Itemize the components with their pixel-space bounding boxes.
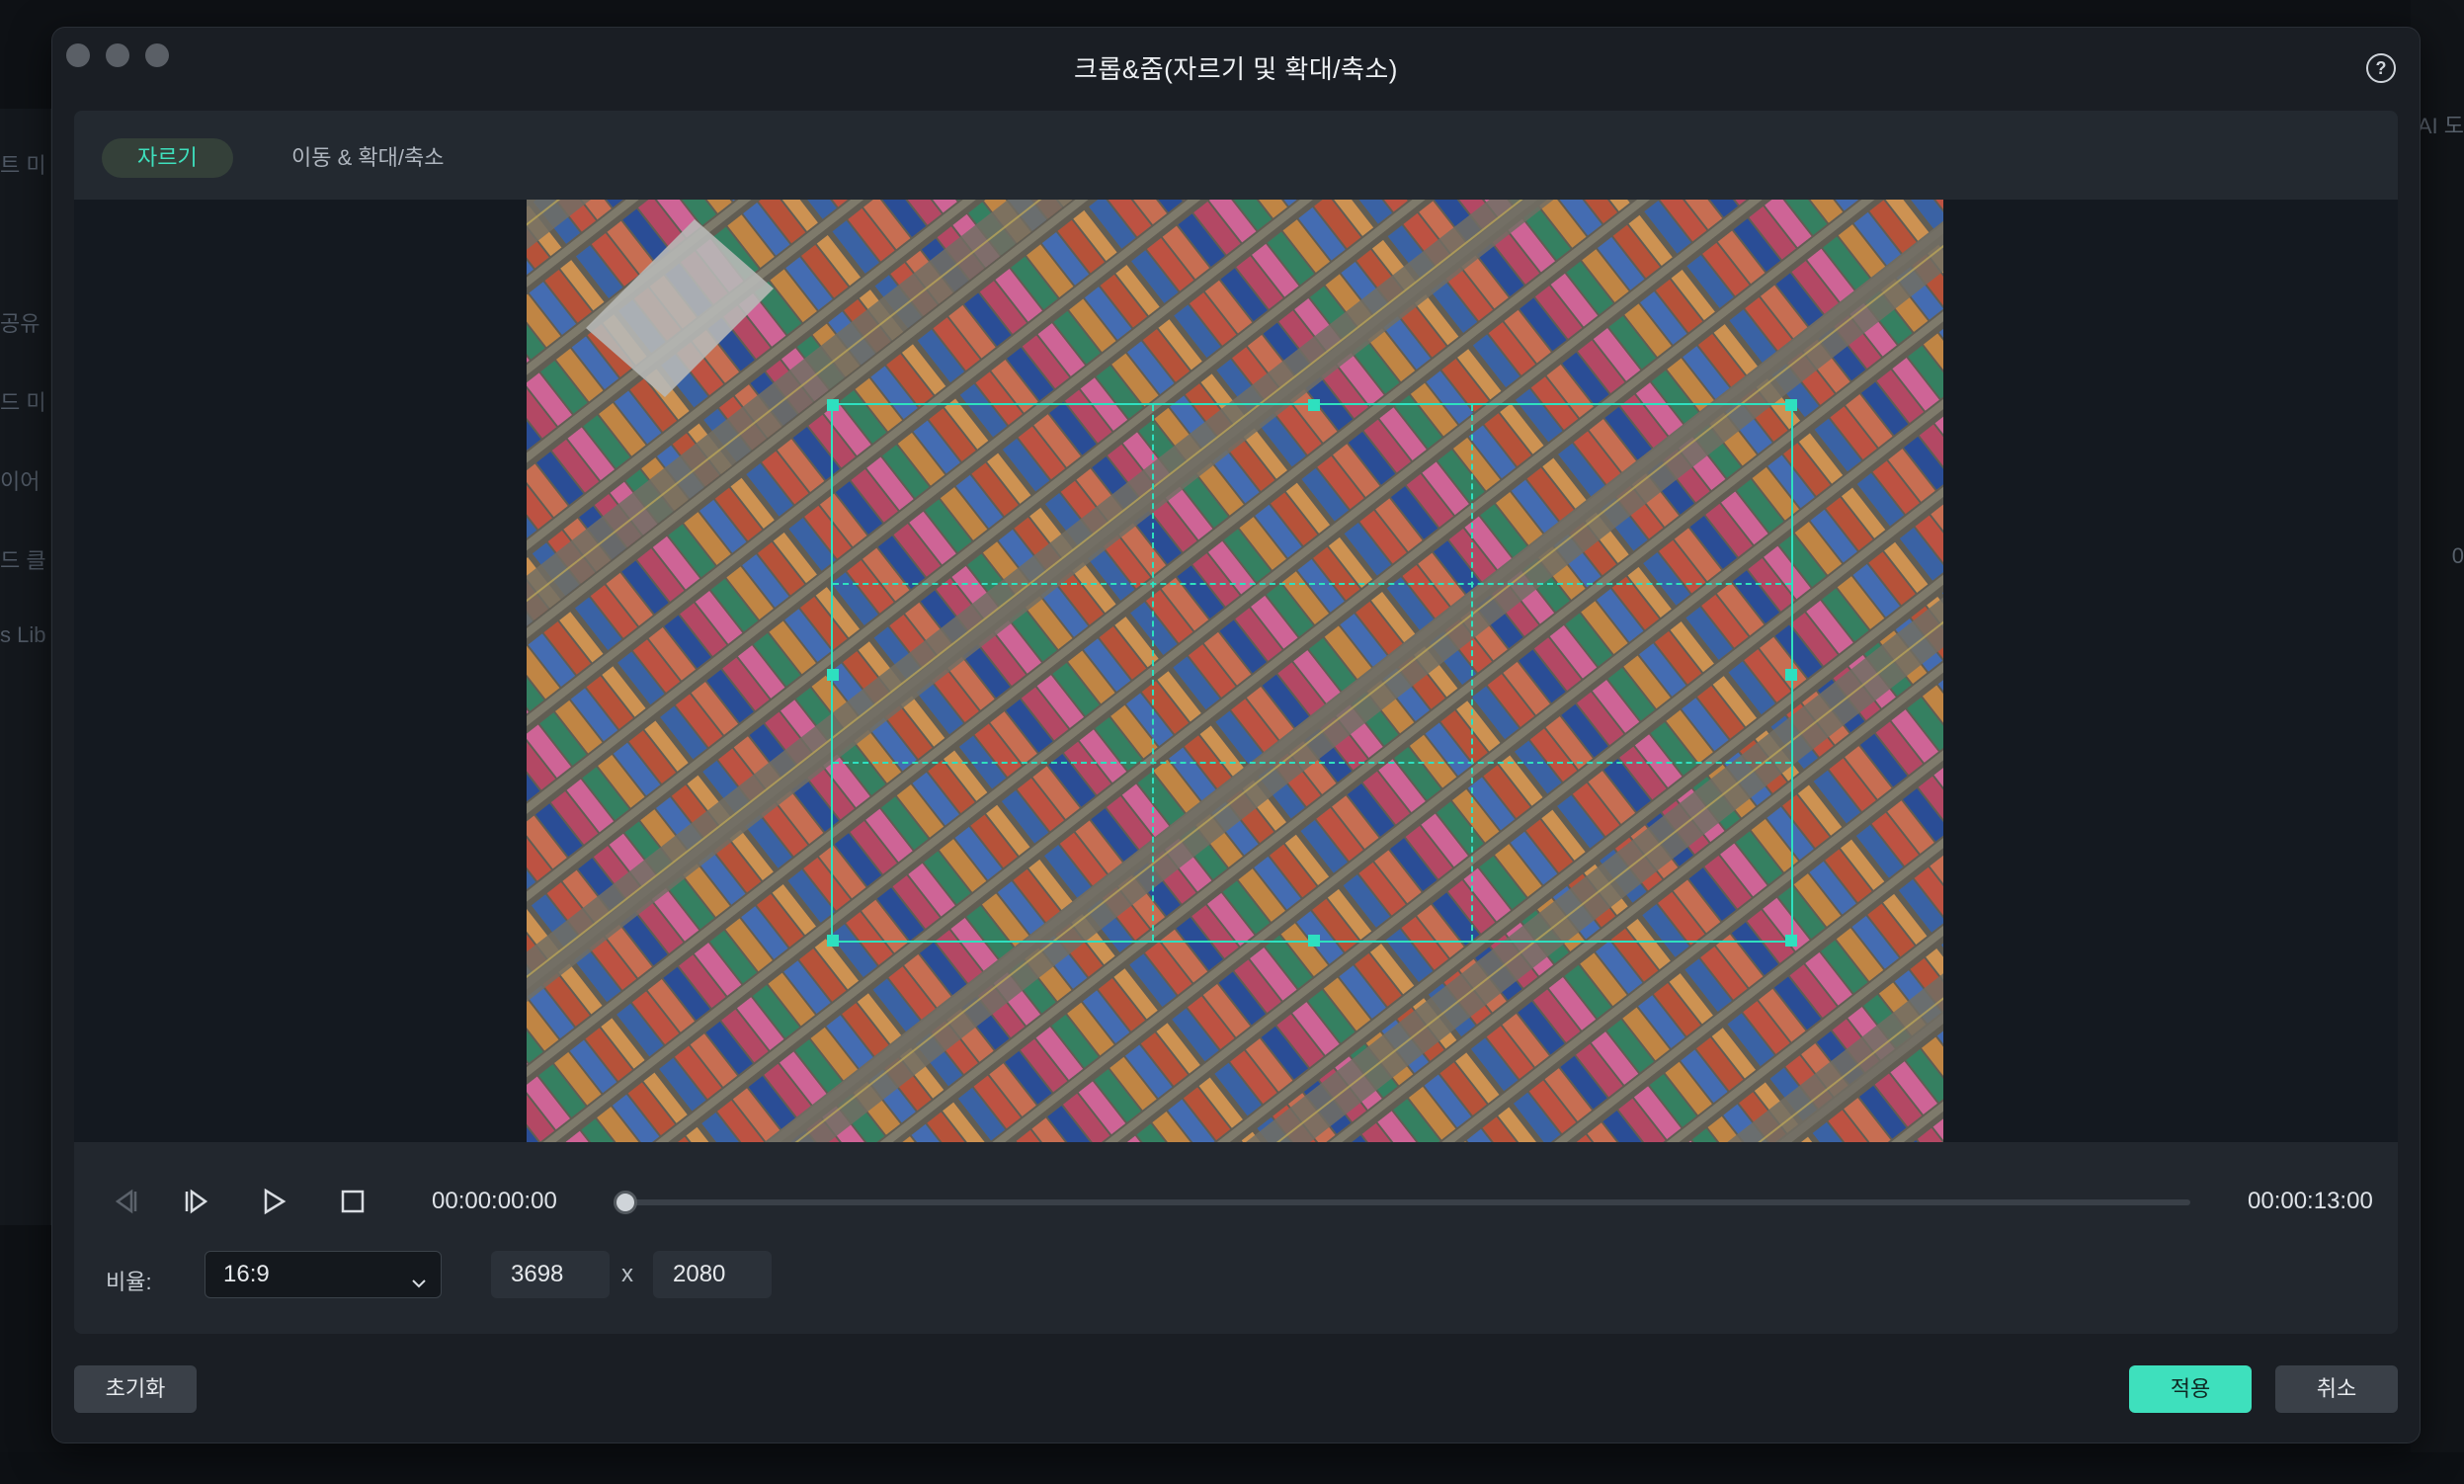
- background-sidebar-item: 이어: [0, 469, 41, 494]
- next-frame-icon[interactable]: [177, 1182, 216, 1221]
- background-sidebar-item: 공유: [0, 311, 41, 336]
- crop-width-input[interactable]: 3698: [491, 1251, 610, 1298]
- previous-frame-icon[interactable]: [106, 1182, 145, 1221]
- stop-icon[interactable]: [333, 1182, 372, 1221]
- background-sidebar: 트 미 공유 드 미 이어 드 클 s Lib: [0, 109, 51, 1225]
- reset-button[interactable]: 초기화: [74, 1365, 197, 1413]
- crop-handle-right[interactable]: [1785, 669, 1797, 681]
- crop-panel: 자르기 이동 & 확대/축소 00:00:00:00 00:00:13:00 비…: [74, 111, 2398, 1334]
- background-sidebar-item: 드 클: [0, 548, 46, 573]
- video-preview-image: [527, 200, 1943, 1142]
- crop-handle-left[interactable]: [827, 669, 839, 681]
- chevron-down-icon: [409, 1264, 429, 1288]
- current-timecode: 00:00:00:00: [432, 1188, 557, 1214]
- ratio-label: 비율:: [106, 1270, 152, 1294]
- preview-viewport: [74, 200, 2398, 1142]
- crop-grid-line: [1471, 405, 1474, 941]
- background-right-item: AI 도: [2417, 114, 2464, 138]
- crop-height-input[interactable]: 2080: [653, 1251, 772, 1298]
- dialog-title: 크롭&줌(자르기 및 확대/축소): [1074, 54, 1398, 84]
- dimension-separator: x: [621, 1261, 633, 1287]
- background-sidebar-item: 드 미: [0, 390, 46, 415]
- crop-handle-top-right[interactable]: [1785, 399, 1797, 411]
- tab-bar: 자르기 이동 & 확대/축소: [74, 111, 2398, 200]
- background-sidebar-item: s Lib: [0, 622, 46, 647]
- total-timecode: 00:00:13:00: [2248, 1188, 2373, 1214]
- apply-button[interactable]: 적용: [2129, 1365, 2252, 1413]
- timeline-scrubber[interactable]: [614, 1191, 2190, 1214]
- play-icon[interactable]: [254, 1182, 293, 1221]
- background-bottom-strip: [0, 1452, 2464, 1484]
- crop-grid-line: [833, 583, 1791, 586]
- scrubber-knob[interactable]: [614, 1191, 637, 1214]
- crop-grid-line: [1152, 405, 1154, 941]
- background-right-item: 0: [2451, 543, 2464, 568]
- tab-crop[interactable]: 자르기: [102, 138, 233, 178]
- tab-pan-zoom[interactable]: 이동 & 확대/축소: [291, 138, 444, 178]
- crop-grid-line: [833, 761, 1791, 764]
- crop-handle-top-left[interactable]: [827, 399, 839, 411]
- crop-zoom-dialog: 크롭&줌(자르기 및 확대/축소) ? 자르기 이동 & 확대/축소 00:00…: [51, 27, 2421, 1443]
- help-icon[interactable]: ?: [2366, 53, 2396, 83]
- background-sidebar-item: [0, 227, 51, 267]
- aspect-ratio-value: 16:9: [223, 1261, 270, 1287]
- background-sidebar-item: 트 미: [0, 153, 46, 178]
- aspect-ratio-select[interactable]: 16:9: [205, 1251, 442, 1298]
- crop-handle-top[interactable]: [1308, 399, 1320, 411]
- crop-frame[interactable]: [827, 399, 1797, 947]
- crop-handle-bottom-right[interactable]: [1785, 935, 1797, 947]
- playback-controls: 00:00:00:00 00:00:13:00 비율: 16:9 3698 x …: [74, 1142, 2398, 1334]
- cancel-button[interactable]: 취소: [2275, 1365, 2398, 1413]
- crop-handle-bottom[interactable]: [1308, 935, 1320, 947]
- crop-handle-bottom-left[interactable]: [827, 935, 839, 947]
